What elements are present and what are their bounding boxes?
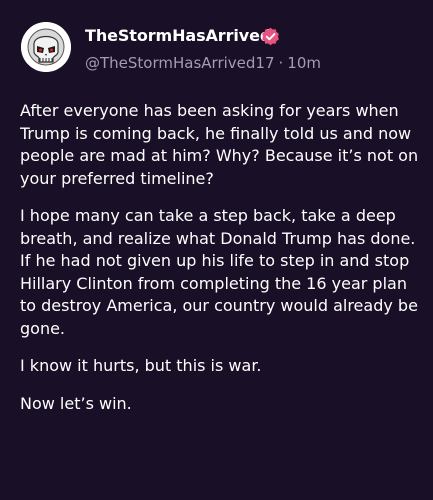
skull-emblem-icon <box>21 22 71 72</box>
post-paragraph: I hope many can take a step back, take a… <box>20 206 418 338</box>
post-timestamp[interactable]: 10m <box>287 54 321 72</box>
post-meta: @TheStormHasArrived17 · 10m <box>85 54 321 72</box>
avatar[interactable] <box>21 22 71 72</box>
meta-separator: · <box>278 54 284 72</box>
user-handle[interactable]: @TheStormHasArrived17 <box>85 54 275 72</box>
post-paragraph: After everyone has been asking for years… <box>20 101 419 188</box>
post-paragraph: Now let’s win. <box>20 393 132 413</box>
verified-badge-icon <box>262 27 279 46</box>
post-paragraph: I know it hurts, but this is war. <box>20 356 262 375</box>
display-name[interactable]: TheStormHasArrived <box>85 26 271 45</box>
post-body: After everyone has been asking for years… <box>20 100 420 430</box>
post-card: TheStormHasArrived @TheStormHasArrived17… <box>0 0 433 500</box>
